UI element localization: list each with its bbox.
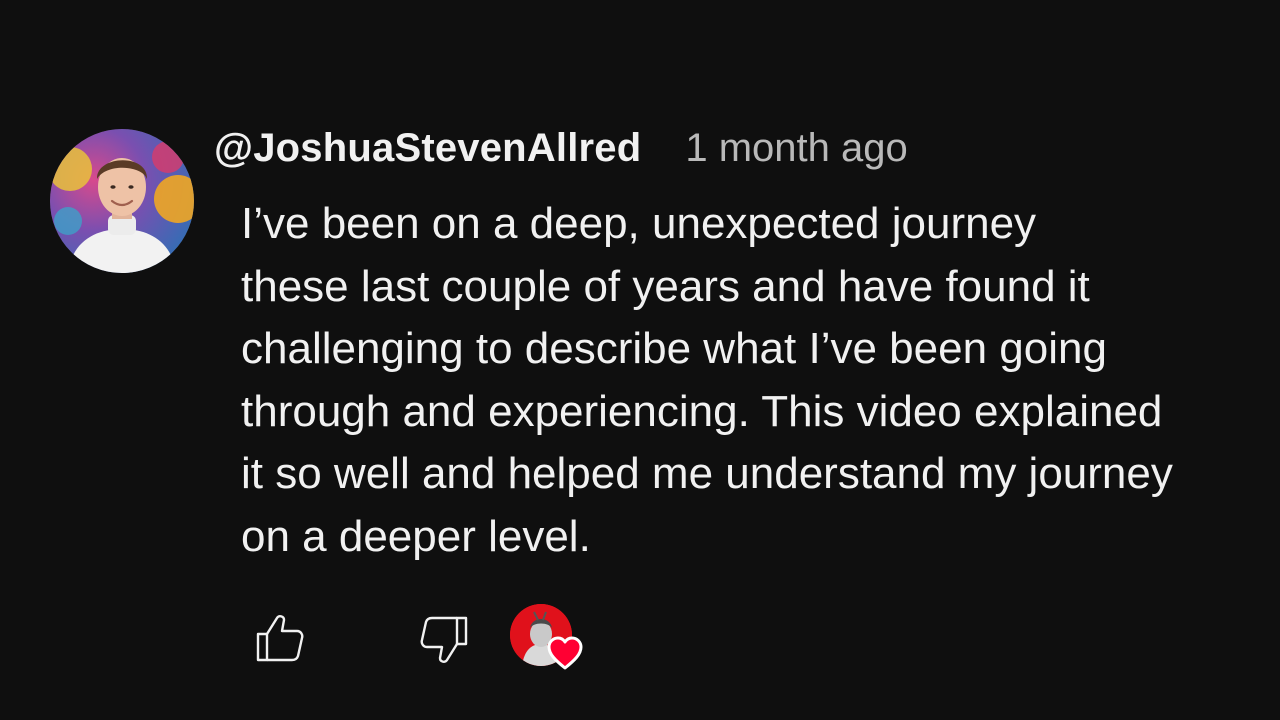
comment-header: @JoshuaStevenAllred 1 month ago bbox=[214, 122, 908, 174]
comment-actions bbox=[252, 602, 612, 678]
comment-timestamp[interactable]: 1 month ago bbox=[685, 126, 907, 171]
comment-text-line: these last couple of years and have foun… bbox=[241, 261, 1090, 311]
comment-text-line: it so well and helped me understand my j… bbox=[241, 449, 1173, 498]
comment-text-line: through and experiencing. This video exp… bbox=[241, 386, 1163, 436]
like-button[interactable] bbox=[252, 610, 308, 666]
creator-heart-badge[interactable] bbox=[510, 602, 586, 678]
heart-icon bbox=[547, 636, 583, 670]
comment-text-line: challenging to describe what I’ve been g… bbox=[241, 324, 1107, 373]
comment-text: I’ve been on a deep, unexpected journey … bbox=[241, 193, 1261, 568]
author-name[interactable]: @JoshuaStevenAllred bbox=[214, 126, 641, 171]
author-avatar-image bbox=[50, 129, 194, 273]
thumbs-down-icon bbox=[420, 616, 468, 663]
comment-text-line: on a deeper level. bbox=[241, 511, 591, 561]
thumbs-up-icon bbox=[256, 615, 304, 662]
author-avatar[interactable] bbox=[50, 129, 194, 273]
comment-thread: @JoshuaStevenAllred 1 month ago I’ve bee… bbox=[0, 0, 1280, 720]
dislike-button[interactable] bbox=[416, 612, 472, 668]
comment-text-line: I’ve been on a deep, unexpected journey bbox=[241, 199, 1037, 248]
